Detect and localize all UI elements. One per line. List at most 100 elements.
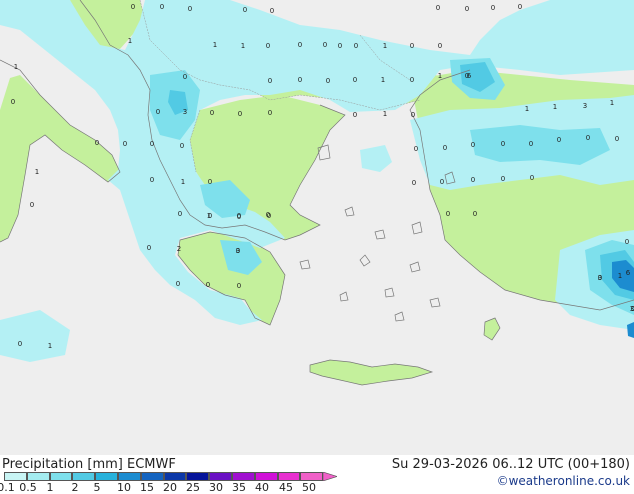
precip-value-label: 0	[353, 76, 357, 84]
precip-value-label: 0	[557, 136, 561, 144]
precip-value-label: 0	[354, 42, 358, 50]
scale-tick-label: 30	[209, 481, 223, 494]
precip-value-label: 0	[530, 174, 534, 182]
precip-value-label: 0	[147, 244, 151, 252]
precip-value-label: 0	[156, 108, 160, 116]
scale-tick-label: 5	[93, 481, 101, 494]
precip-value-label: 0	[11, 98, 15, 106]
scale-tick-label: 40	[255, 481, 269, 494]
color-scale-segment	[118, 472, 141, 481]
precip-value-label: 3	[236, 247, 240, 255]
precip-value-label: 0	[238, 110, 242, 118]
precip-value-label: 0	[123, 140, 127, 148]
color-scale-segment	[72, 472, 96, 481]
precip-value-label: 0	[518, 3, 522, 11]
scale-tick-label: 35	[232, 481, 246, 494]
precip-value-label: 1	[48, 342, 52, 350]
scale-tick-label: 2	[71, 481, 79, 494]
color-scale-segment	[49, 472, 73, 481]
precip-value-label: 0	[440, 178, 444, 186]
precip-value-label: 0	[410, 76, 414, 84]
precip-value-label: 1	[525, 105, 529, 113]
precip-value-label: 0	[471, 141, 475, 149]
scale-tick-label: 50	[302, 481, 316, 494]
precip-value-label: 0	[338, 42, 342, 50]
precip-value-label: 3	[183, 108, 187, 116]
color-scale-segment	[163, 472, 187, 481]
precip-value-label: 0	[465, 5, 469, 13]
scale-tick-label: 15	[140, 481, 154, 494]
precip-value-label: 0	[160, 3, 164, 11]
precip-value-label: 0	[443, 144, 447, 152]
precip-value-label: 1	[128, 37, 132, 45]
precip-value-label: 0	[30, 201, 34, 209]
precip-value-label: 0	[243, 6, 247, 14]
precip-value-label: 0	[410, 42, 414, 50]
precip-value-label: 0	[210, 109, 214, 117]
precip-value-label: 1	[213, 41, 217, 49]
scale-tick-label: 0.1	[0, 481, 15, 494]
precip-value-label: 0	[150, 176, 154, 184]
precip-value-label: 1	[383, 42, 387, 50]
scale-tick-label: 25	[186, 481, 200, 494]
color-scale-segment	[254, 472, 278, 481]
precip-value-label: 1	[553, 103, 557, 111]
precip-value-label: 0	[206, 281, 210, 289]
precip-value-label: 0	[414, 145, 418, 153]
precip-value-label: 1	[381, 76, 385, 84]
scale-tick-label: 0.5	[19, 481, 37, 494]
precip-value-label: 0	[188, 5, 192, 13]
precip-value-label: 0	[326, 77, 330, 85]
precip-value-label: 0	[411, 111, 415, 119]
precipitation-map: 0 0 0 0 0 0 0 0 0 0 1 1 1 0 0 0 0 1 0 0 1 0 0 0 0 0 1 0 1 0 6 0 3 0 0 0 0 1 0 1…	[0, 0, 634, 455]
precip-value-label: 1	[207, 212, 211, 220]
color-scale-segment	[140, 472, 164, 481]
scale-tick-label: 20	[163, 481, 177, 494]
color-scale-segment	[4, 472, 27, 481]
precip-value-label: 0	[178, 210, 182, 218]
precip-value-label: 0	[501, 175, 505, 183]
precip-value-label: 0	[471, 176, 475, 184]
precip-value-label: 0	[323, 41, 327, 49]
precip-value-label: 0	[150, 140, 154, 148]
precip-value-label: 6	[626, 269, 631, 277]
scale-arrow-icon	[323, 472, 338, 481]
precip-value-label: 0	[625, 238, 629, 246]
precip-value-label: 1	[618, 272, 622, 280]
precip-value-label: 1	[610, 99, 614, 107]
color-scale-segment	[95, 472, 118, 481]
precip-value-label: 0	[176, 280, 180, 288]
precip-value-label: 0	[270, 7, 274, 15]
precip-value-label: 0	[298, 76, 302, 84]
precip-value-label: 0	[501, 140, 505, 148]
precip-value-label: 0	[438, 42, 442, 50]
color-scale-segment	[26, 472, 50, 481]
precip-value-label: 1	[14, 63, 18, 71]
precip-value-label: 0	[183, 73, 187, 81]
color-scale-segment	[232, 472, 255, 481]
precip-value-label: 0	[529, 140, 533, 148]
precip-value-label: 0	[268, 77, 272, 85]
precip-value-label: 1	[35, 168, 39, 176]
precip-value-label: 3	[583, 102, 587, 110]
precip-value-label: 1	[438, 72, 442, 80]
credit-link[interactable]: ©weatheronline.co.uk	[497, 474, 630, 488]
valid-time: Su 29-03-2026 06..12 UTC (00+180)	[391, 457, 630, 472]
legend-footer: Precipitation [mm] ECMWF Su 29-03-2026 0…	[0, 455, 634, 494]
color-scale-segment	[186, 472, 210, 481]
scale-tick-label: 45	[279, 481, 293, 494]
color-scale-segment	[209, 472, 232, 481]
precip-value-label: 0	[18, 340, 22, 348]
precip-value-label: 2	[177, 245, 181, 253]
scale-tick-label: 1	[46, 481, 54, 494]
precip-value-label: 0	[436, 4, 440, 12]
precip-value-label: 1	[383, 110, 387, 118]
precip-value-label: 0	[266, 42, 270, 50]
precip-value-label: 0	[353, 111, 357, 119]
precip-value-label: 0	[237, 212, 241, 220]
precip-value-label: 0	[266, 211, 270, 219]
precip-value-label: 0	[586, 134, 590, 142]
precip-value-label: 0	[268, 109, 272, 117]
color-scale-segment	[277, 472, 301, 481]
precip-value-label: 1	[241, 42, 245, 50]
